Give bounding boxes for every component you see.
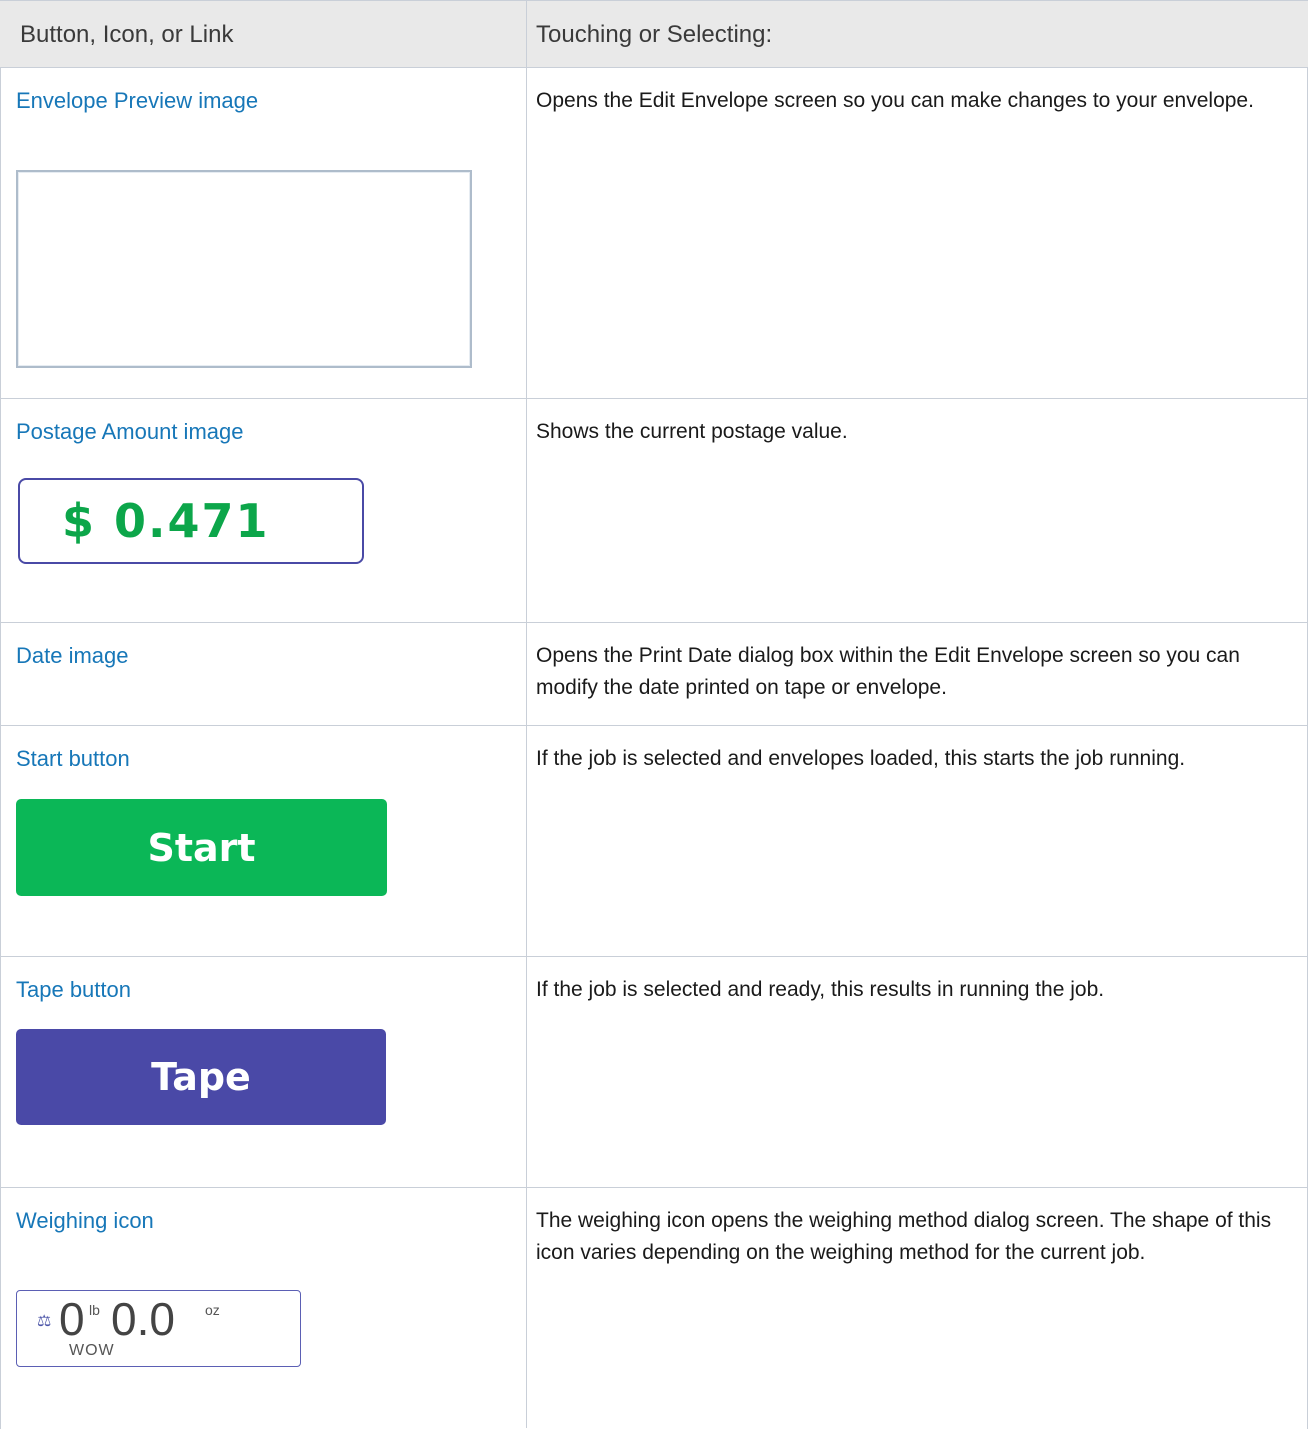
cell-weighing-icon: Weighing icon ⚖ 0 lb 0.0 oz WOW: [0, 1188, 527, 1428]
weighing-icon-description: The weighing icon opens the weighing met…: [536, 1209, 1272, 1264]
table-row-envelope-preview: Envelope Preview image Opens the Edit En…: [0, 67, 1308, 398]
cell-tape-button: Tape button Tape: [0, 957, 527, 1187]
envelope-preview-description: Opens the Edit Envelope screen so you ca…: [536, 89, 1254, 112]
header-col-button: Button, Icon, or Link: [0, 1, 527, 67]
cell-date: Date image: [0, 623, 527, 725]
cell-weighing-icon-desc: The weighing icon opens the weighing met…: [527, 1188, 1308, 1428]
cell-start-button-desc: If the job is selected and envelopes loa…: [527, 726, 1308, 956]
envelope-preview-image[interactable]: [16, 170, 472, 368]
weight-oz-unit: oz: [205, 1302, 220, 1318]
cell-envelope-preview-desc: Opens the Edit Envelope screen so you ca…: [527, 68, 1308, 398]
cell-tape-button-desc: If the job is selected and ready, this r…: [527, 957, 1308, 1187]
table-row-date: Date image Opens the Print Date dialog b…: [0, 622, 1308, 725]
cell-postage-amount: Postage Amount image $ 0.471: [0, 399, 527, 622]
postage-amount-image[interactable]: $ 0.471: [18, 478, 364, 564]
start-button-description: If the job is selected and envelopes loa…: [536, 747, 1186, 770]
weight-oz-value: 0.0: [111, 1293, 175, 1345]
start-button-label: Start: [147, 825, 256, 870]
postage-amount-description: Shows the current postage value.: [536, 420, 848, 443]
start-button-link[interactable]: Start button: [16, 746, 130, 772]
date-image-link[interactable]: Date image: [16, 643, 129, 669]
tape-button[interactable]: Tape: [16, 1029, 386, 1125]
weighing-icon-link[interactable]: Weighing icon: [16, 1208, 154, 1234]
tape-button-label: Tape: [151, 1055, 251, 1099]
table-header-row: Button, Icon, or Link Touching or Select…: [0, 0, 1308, 67]
tape-button-link[interactable]: Tape button: [16, 977, 131, 1003]
weighing-icon[interactable]: ⚖ 0 lb 0.0 oz WOW: [16, 1290, 301, 1367]
postage-amount-link[interactable]: Postage Amount image: [16, 419, 243, 445]
table-row-postage-amount: Postage Amount image $ 0.471 Shows the c…: [0, 398, 1308, 622]
table-row-start-button: Start button Start If the job is selecte…: [0, 725, 1308, 956]
cell-postage-amount-desc: Shows the current postage value.: [527, 399, 1308, 622]
postage-amount-value: $ 0.471: [62, 494, 270, 548]
table-row-weighing-icon: Weighing icon ⚖ 0 lb 0.0 oz WOW The weig…: [0, 1187, 1308, 1428]
cell-envelope-preview: Envelope Preview image: [0, 68, 527, 398]
reference-table: Button, Icon, or Link Touching or Select…: [0, 0, 1308, 1428]
table-row-tape-button: Tape button Tape If the job is selected …: [0, 956, 1308, 1187]
tape-button-description: If the job is selected and ready, this r…: [536, 978, 1105, 1001]
cell-start-button: Start button Start: [0, 726, 527, 956]
header-col-action: Touching or Selecting:: [536, 21, 773, 48]
date-description: Opens the Print Date dialog box within t…: [536, 644, 1240, 699]
weighing-method-label: WOW: [69, 1342, 115, 1359]
scale-icon: ⚖: [37, 1313, 52, 1330]
cell-date-desc: Opens the Print Date dialog box within t…: [527, 623, 1308, 725]
weight-lb-unit: lb: [89, 1302, 100, 1318]
start-button[interactable]: Start: [16, 799, 387, 896]
envelope-preview-link[interactable]: Envelope Preview image: [16, 88, 258, 114]
weight-lb-value: 0: [59, 1293, 85, 1345]
